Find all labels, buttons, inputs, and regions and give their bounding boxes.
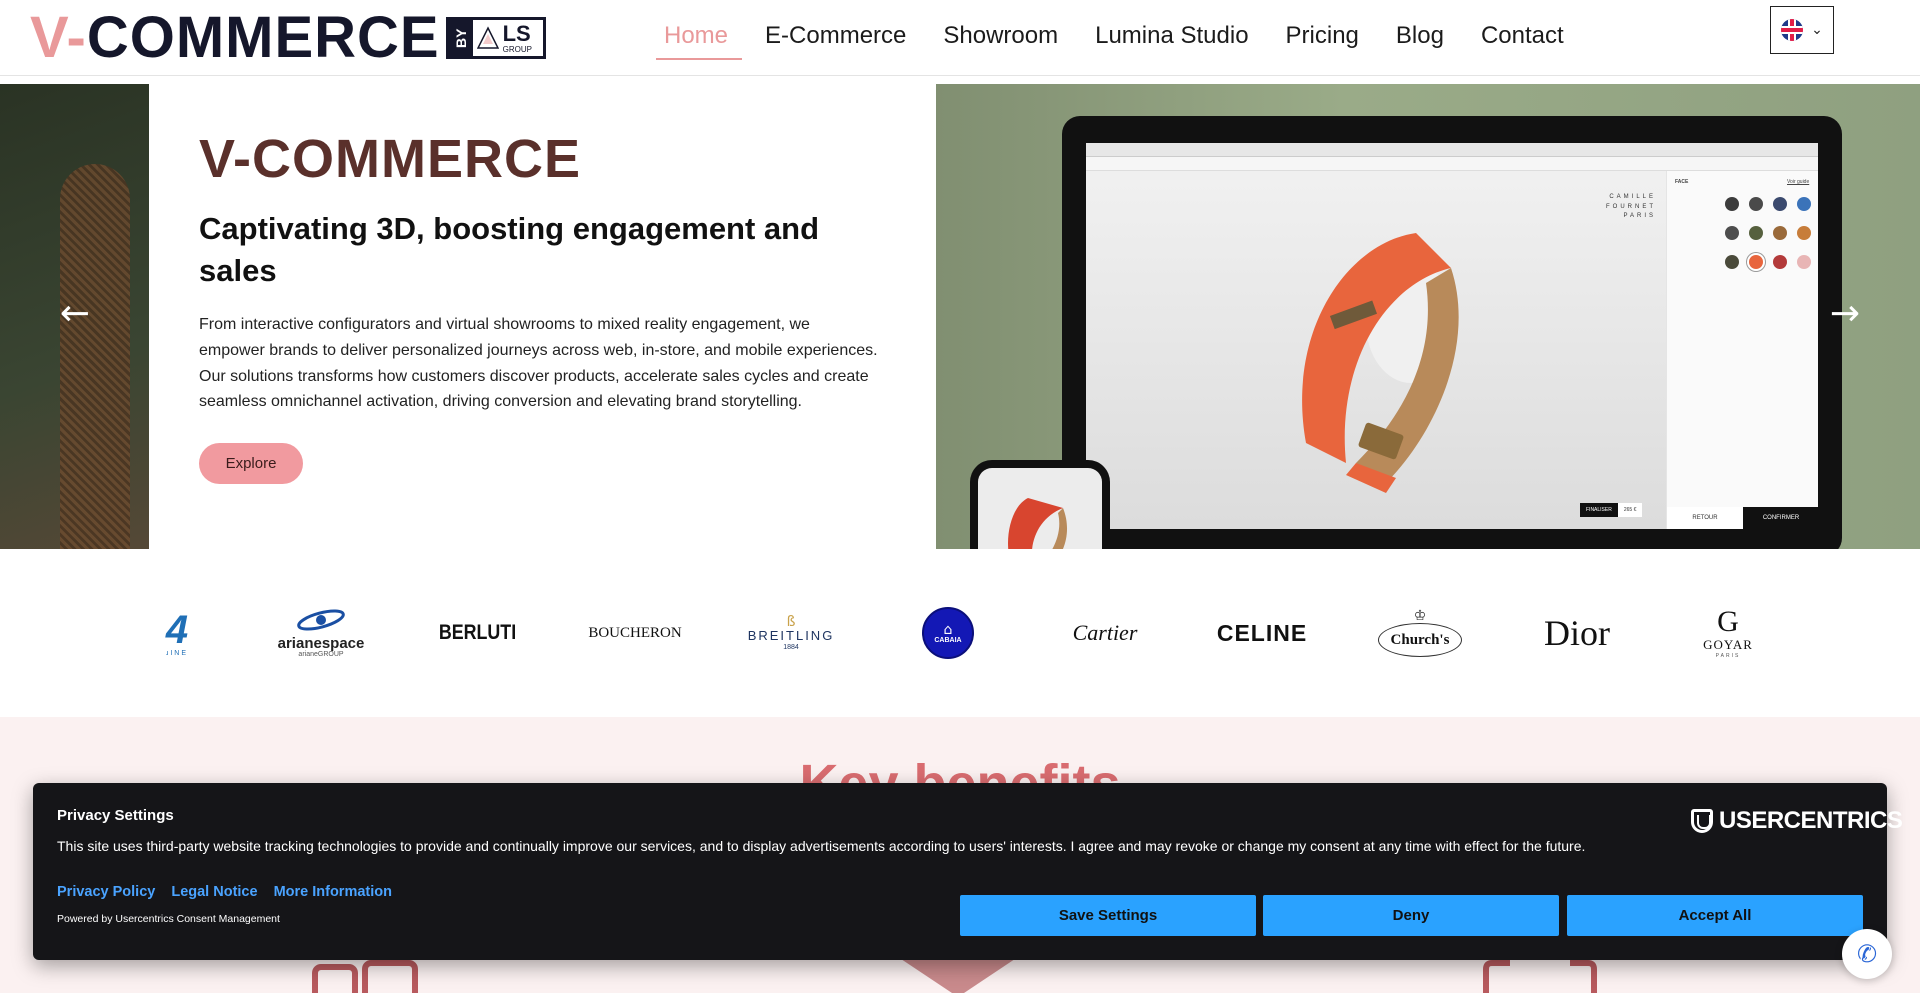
brand-cabaia-logo: ⌂ CABAIA bbox=[883, 549, 1013, 717]
site-header: V- COMMERCE BY LS GROUP Home E-Commerce … bbox=[0, 0, 1920, 76]
privacy-policy-link[interactable]: Privacy Policy bbox=[57, 884, 155, 900]
nav-showroom[interactable]: Showroom bbox=[929, 18, 1072, 60]
language-selector[interactable]: ⌄ bbox=[1770, 6, 1834, 54]
hero-description: From interactive configurators and virtu… bbox=[199, 315, 878, 411]
uk-flag-icon bbox=[1781, 19, 1804, 41]
nav-blog[interactable]: Blog bbox=[1382, 18, 1458, 60]
nav-e-commerce[interactable]: E-Commerce bbox=[751, 18, 920, 60]
monitor-mockup-image: CAMILLE FOURNET PARIS FACE Voir guide RE… bbox=[1062, 116, 1842, 549]
logo-group: GROUP bbox=[502, 44, 532, 54]
finalize-bar: FINALISER 265 € bbox=[1580, 503, 1650, 517]
usercentrics-logo: USERCENTRICS bbox=[1691, 807, 1903, 835]
slider-prev-arrow-icon[interactable]: ← bbox=[55, 294, 95, 334]
hero-subtitle: Captivating 3D, boosting engagement and … bbox=[199, 211, 820, 288]
nav-pricing[interactable]: Pricing bbox=[1272, 18, 1373, 60]
ls-triangle-icon bbox=[476, 26, 499, 49]
nav-contact[interactable]: Contact bbox=[1467, 18, 1578, 60]
cookie-links: Privacy Policy Legal Notice More Informa… bbox=[57, 884, 392, 900]
brand-celine-logo: CELINE bbox=[1216, 619, 1308, 646]
nav-lumina-studio[interactable]: Lumina Studio bbox=[1081, 18, 1262, 60]
main-nav: Home E-Commerce Showroom Lumina Studio P… bbox=[650, 18, 1587, 60]
site-logo[interactable]: V- COMMERCE BY LS GROUP bbox=[30, 8, 546, 68]
chevron-down-icon: ⌄ bbox=[1811, 22, 1823, 38]
woven-vase-image bbox=[60, 164, 130, 549]
configurator-screen: CAMILLE FOURNET PARIS FACE Voir guide RE… bbox=[1086, 143, 1819, 529]
brand-breitling-logo: ß BREITLING 1884 bbox=[747, 614, 835, 651]
deny-button[interactable]: Deny bbox=[1263, 895, 1559, 936]
more-information-link[interactable]: More Information bbox=[274, 884, 392, 900]
phone-watch-image bbox=[1008, 498, 1067, 549]
logo-ls: LS bbox=[502, 20, 531, 46]
phone-contact-icon[interactable]: ✆ bbox=[1842, 929, 1892, 979]
benefit-scan-icon bbox=[1483, 960, 1597, 993]
brand-4pine-logo: 4 ɹINE bbox=[165, 607, 189, 657]
logo-commerce: COMMERCE bbox=[86, 5, 440, 70]
explore-button[interactable]: Explore bbox=[199, 443, 303, 485]
brand-churchs-logo: ♔ Church's bbox=[1355, 549, 1485, 717]
usercentrics-shield-icon bbox=[1691, 809, 1713, 833]
brand-arianespace-logo: arianespace arianeGROUP bbox=[256, 549, 386, 717]
cookie-title: Privacy Settings bbox=[57, 807, 174, 824]
brand-logos-strip: 4 ɹINE arianespace arianeGROUP BERLUTI B… bbox=[0, 549, 1920, 717]
slider-next-arrow-icon[interactable]: → bbox=[1825, 294, 1865, 334]
logo-v: V- bbox=[30, 5, 87, 70]
configurator-panel: FACE Voir guide RETOUR CONFIRMER bbox=[1666, 171, 1819, 529]
benefit-devices-icon bbox=[312, 960, 418, 993]
orange-watch-strap-image bbox=[1302, 233, 1459, 493]
nav-home[interactable]: Home bbox=[650, 18, 743, 60]
arianespace-swoosh-icon bbox=[297, 609, 345, 631]
hero-slider: V-COMMERCE Captivating 3D, boosting enga… bbox=[0, 84, 1920, 549]
save-settings-button[interactable]: Save Settings bbox=[960, 895, 1256, 936]
phone-mockup-image bbox=[970, 460, 1110, 549]
cookie-description: This site uses third-party website track… bbox=[57, 838, 1586, 854]
cookie-consent-banner: Privacy Settings This site uses third-pa… bbox=[33, 783, 1903, 960]
logo-by-tag: BY bbox=[448, 20, 473, 56]
legal-notice-link[interactable]: Legal Notice bbox=[171, 884, 257, 900]
mock-brand-tag: CAMILLE FOURNET PARIS bbox=[1606, 194, 1656, 220]
brand-goyar-logo: G GOYAR PARIS bbox=[1703, 605, 1753, 660]
brand-berluti-logo: BERLUTI bbox=[438, 621, 516, 644]
logo-by-ls-group: BY LS GROUP bbox=[445, 17, 546, 59]
brand-boucheron-logo: BOUCHERON bbox=[588, 624, 682, 641]
benefit-checkerboard-icon bbox=[898, 957, 1018, 993]
brand-cartier-logo: Cartier bbox=[1072, 620, 1138, 645]
brand-dior-logo: Dior bbox=[1544, 613, 1610, 653]
hero-title: V-COMMERCE bbox=[199, 129, 582, 189]
accept-all-button[interactable]: Accept All bbox=[1567, 895, 1863, 936]
cookie-powered-by: Powered by Usercentrics Consent Manageme… bbox=[57, 913, 280, 925]
hero-card: V-COMMERCE Captivating 3D, boosting enga… bbox=[149, 84, 936, 549]
